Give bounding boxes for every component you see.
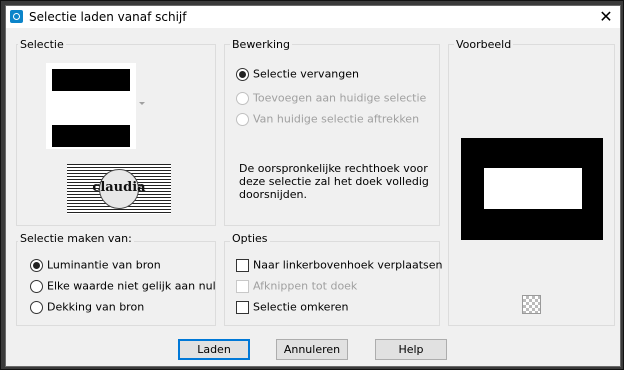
radio-luminantie[interactable]: Luminantie van bron — [30, 258, 161, 272]
close-icon[interactable]: ✕ — [596, 7, 616, 27]
checkbox-afknippen[interactable]: Afknippen tot doek — [236, 279, 357, 293]
radio-selectie-vervangen[interactable]: Selectie vervangen — [236, 67, 359, 81]
opties-group-label: Opties — [230, 232, 270, 245]
dialog-window: Selectie laden vanaf schijf ✕ Selectie c… — [5, 5, 621, 367]
selectie-group-label: Selectie — [18, 38, 66, 51]
watermark-text: claudia — [92, 180, 146, 195]
preview-scroll-arrow-icon[interactable] — [139, 102, 145, 105]
checkbox-selectie-omkeren[interactable]: Selectie omkeren — [236, 300, 348, 314]
radio-dekking[interactable]: Dekking van bron — [30, 300, 144, 314]
bewerking-group-label: Bewerking — [230, 38, 292, 51]
radio-button-icon — [236, 91, 249, 105]
bewerking-description: De oorspronkelijke rechthoek voor deze s… — [239, 162, 429, 201]
load-button[interactable]: Laden — [178, 339, 250, 360]
app-icon — [10, 10, 23, 23]
radio-elke-waarde[interactable]: Elke waarde niet gelijk aan nul — [30, 279, 216, 293]
voorbeeld-selection-rect — [484, 168, 582, 209]
radio-aftrekken[interactable]: Van huidige selectie aftrekken — [236, 112, 419, 126]
radio-button-icon — [236, 112, 249, 126]
checkbox-linkerbovenhoek[interactable]: Naar linkerbovenhoek verplaatsen — [236, 258, 442, 272]
selection-file-preview[interactable] — [46, 63, 136, 149]
checkbox-icon — [236, 300, 249, 314]
transparency-toggle-icon[interactable] — [522, 295, 541, 314]
radio-button-icon — [30, 300, 43, 314]
cancel-button[interactable]: Annuleren — [276, 339, 348, 360]
maken-van-group-label: Selectie maken van: — [18, 232, 134, 245]
window-title: Selectie laden vanaf schijf — [29, 10, 187, 24]
radio-button-icon — [30, 258, 43, 272]
voorbeeld-preview-canvas — [461, 138, 603, 240]
checkbox-icon — [236, 258, 249, 272]
window-frame: Selectie laden vanaf schijf ✕ Selectie c… — [0, 0, 624, 370]
voorbeeld-group-label: Voorbeeld — [454, 38, 514, 51]
radio-button-icon — [30, 279, 43, 293]
watermark-logo: claudia — [67, 164, 171, 214]
help-button[interactable]: Help — [375, 339, 447, 360]
radio-toevoegen[interactable]: Toevoegen aan huidige selectie — [236, 91, 426, 105]
radio-button-icon — [236, 67, 249, 81]
checkbox-icon — [236, 279, 249, 293]
title-bar: Selectie laden vanaf schijf ✕ — [6, 6, 620, 28]
